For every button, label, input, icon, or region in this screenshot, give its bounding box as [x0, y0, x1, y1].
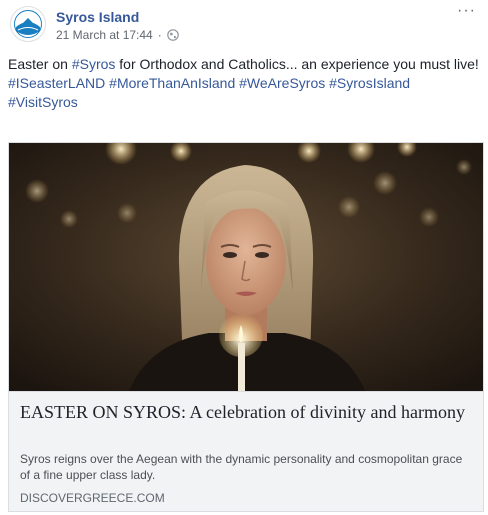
page-name-link[interactable]: Syros Island	[56, 9, 139, 25]
woman-with-candle-image	[9, 143, 483, 391]
post-meta: 21 March at 17:44 ·	[56, 28, 179, 42]
more-options-button[interactable]: ···	[457, 2, 476, 20]
syros-logo-icon	[12, 8, 44, 40]
link-preview-card[interactable]: EASTER ON SYROS: A celebration of divini…	[8, 142, 484, 512]
post-message: Easter on #Syros for Orthodox and Cathol…	[8, 55, 480, 112]
globe-icon	[166, 29, 179, 41]
link-preview-body[interactable]: EASTER ON SYROS: A celebration of divini…	[9, 391, 483, 511]
hashtag-link[interactable]: #VisitSyros	[8, 94, 78, 110]
hashtag-link[interactable]: #WeAreSyros	[239, 75, 325, 91]
link-preview-image[interactable]	[9, 143, 483, 391]
post-text-part2: for Orthodox and Catholics... an experie…	[115, 56, 479, 72]
page-avatar[interactable]	[10, 6, 46, 42]
hashtag-link[interactable]: #MoreThanAnIsland	[109, 75, 235, 91]
facebook-post: Syros Island 21 March at 17:44 · ··· Eas…	[0, 0, 488, 515]
hashtag-link[interactable]: #ISeasterLAND	[8, 75, 105, 91]
hashtag-syros[interactable]: #Syros	[72, 56, 116, 72]
hashtag-link[interactable]: #SyrosIsland	[329, 75, 410, 91]
link-preview-description: Syros reigns over the Aegean with the dy…	[20, 452, 463, 482]
post-timestamp[interactable]: 21 March at 17:44	[56, 28, 153, 42]
link-preview-title[interactable]: EASTER ON SYROS: A celebration of divini…	[20, 401, 470, 424]
post-text-part1: Easter on	[8, 56, 72, 72]
meta-separator: ·	[157, 28, 162, 42]
link-preview-domain: DISCOVERGREECE.COM	[20, 491, 165, 505]
